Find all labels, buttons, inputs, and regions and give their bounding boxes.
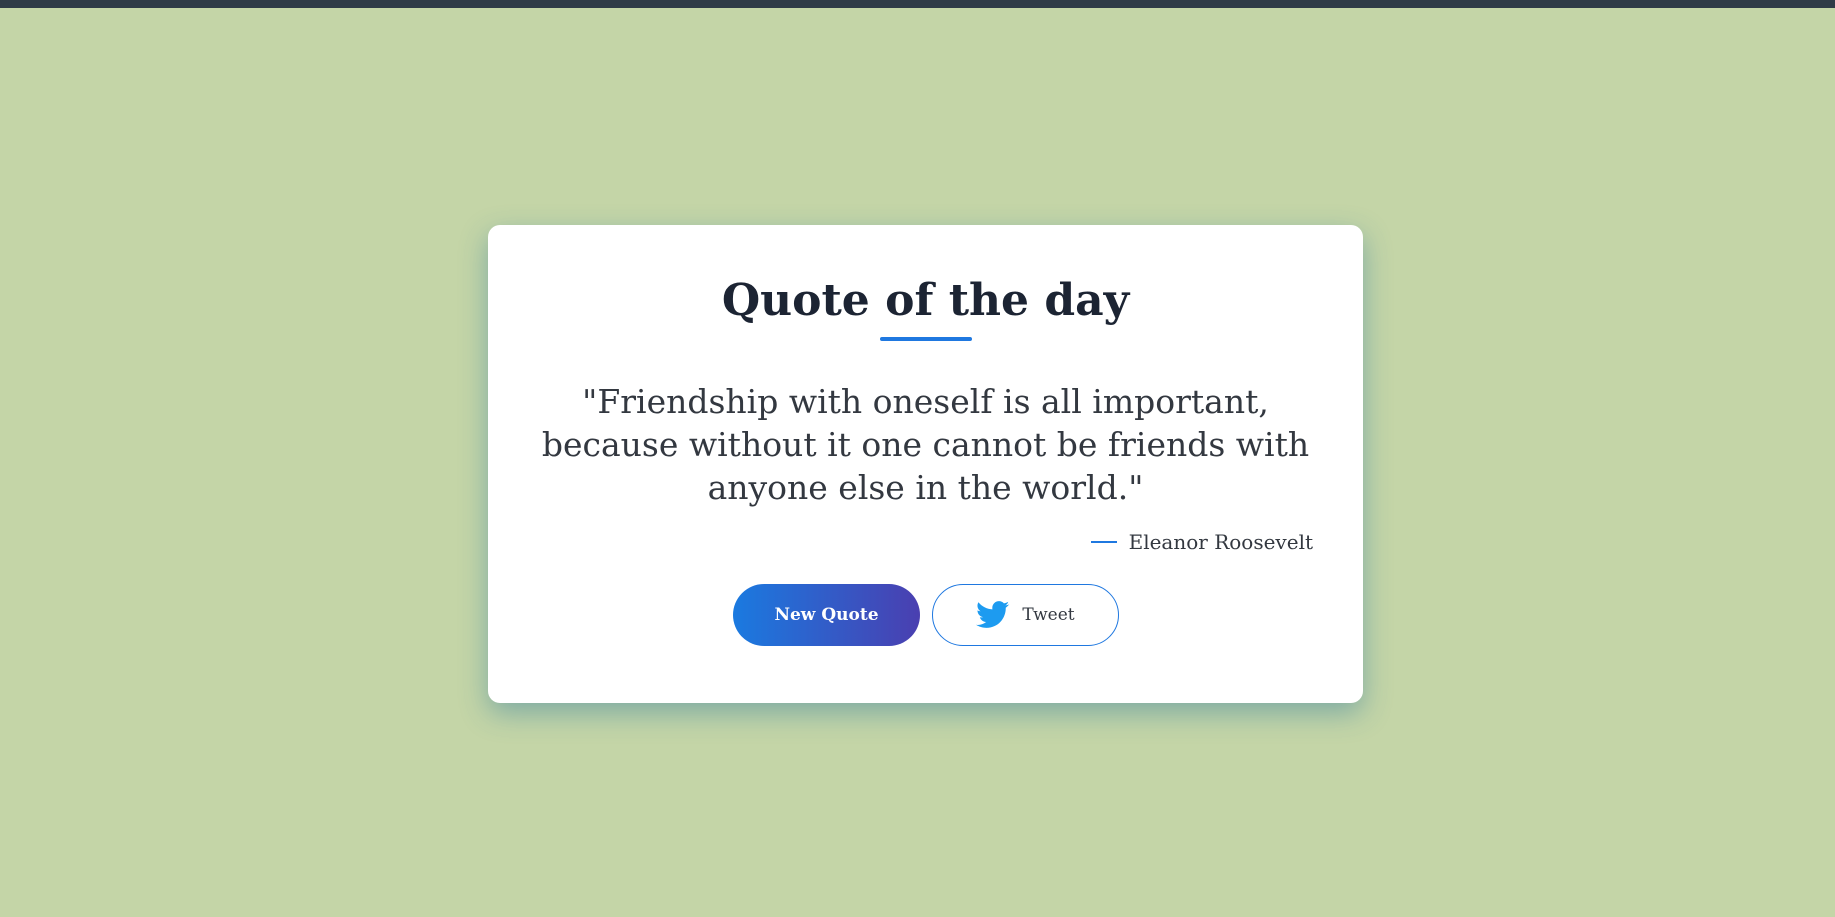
new-quote-button[interactable]: New Quote xyxy=(733,584,920,646)
tweet-label: Tweet xyxy=(1022,605,1075,625)
twitter-bird-icon xyxy=(976,601,1010,629)
top-bar xyxy=(0,0,1835,8)
author-dash xyxy=(1090,541,1117,543)
quote-card: Quote of the day "Friendship with onesel… xyxy=(488,225,1363,703)
quote-author: Eleanor Roosevelt xyxy=(1128,530,1313,554)
title-underline xyxy=(880,337,972,341)
quote-text: "Friendship with oneself is all importan… xyxy=(541,382,1310,507)
page-title: Quote of the day xyxy=(721,275,1130,326)
tweet-button[interactable]: Tweet xyxy=(932,584,1119,646)
author-row: Eleanor Roosevelt xyxy=(1090,530,1313,554)
